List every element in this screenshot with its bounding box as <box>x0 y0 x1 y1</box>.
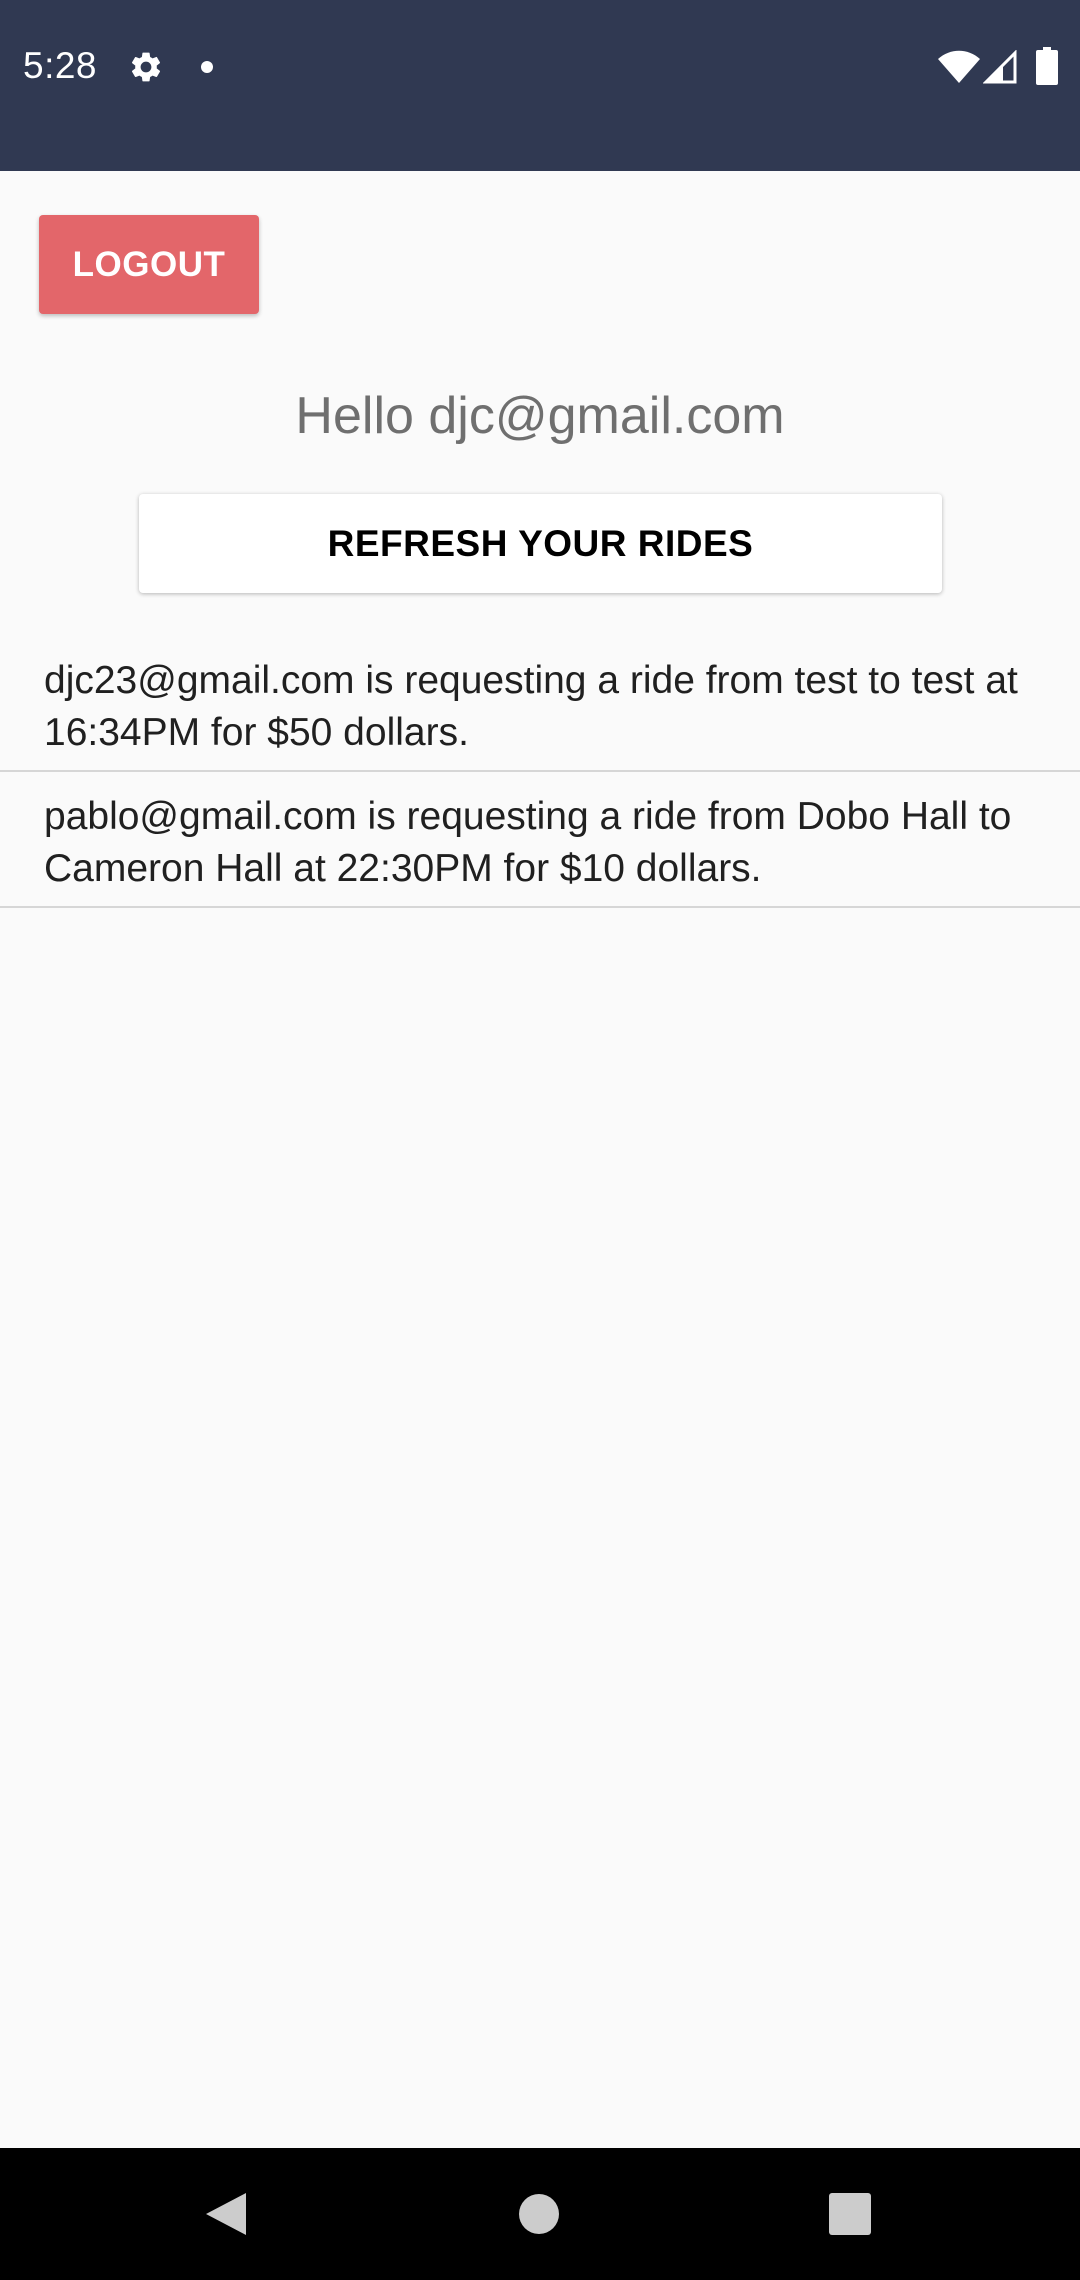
recents-icon[interactable] <box>829 2193 871 2235</box>
logout-button[interactable]: LOGOUT <box>39 215 259 314</box>
cell-signal-icon <box>983 50 1017 84</box>
notification-dot-icon <box>201 61 213 73</box>
ride-request-item[interactable]: pablo@gmail.com is requesting a ride fro… <box>0 772 1080 908</box>
navigation-bar <box>0 2148 1080 2280</box>
battery-icon <box>1036 47 1058 85</box>
status-bar: 5:28 <box>0 0 1080 171</box>
status-time: 5:28 <box>23 45 98 86</box>
greeting-text: Hello djc@gmail.com <box>295 387 785 445</box>
gear-icon <box>131 52 161 82</box>
home-icon[interactable] <box>518 2193 560 2235</box>
wifi-icon <box>938 50 980 83</box>
refresh-rides-button[interactable]: REFRESH YOUR RIDES <box>139 494 942 593</box>
back-icon[interactable] <box>204 2191 248 2237</box>
ride-list: djc23@gmail.com is requesting a ride fro… <box>0 636 1080 908</box>
ride-request-item[interactable]: djc23@gmail.com is requesting a ride fro… <box>0 636 1080 772</box>
